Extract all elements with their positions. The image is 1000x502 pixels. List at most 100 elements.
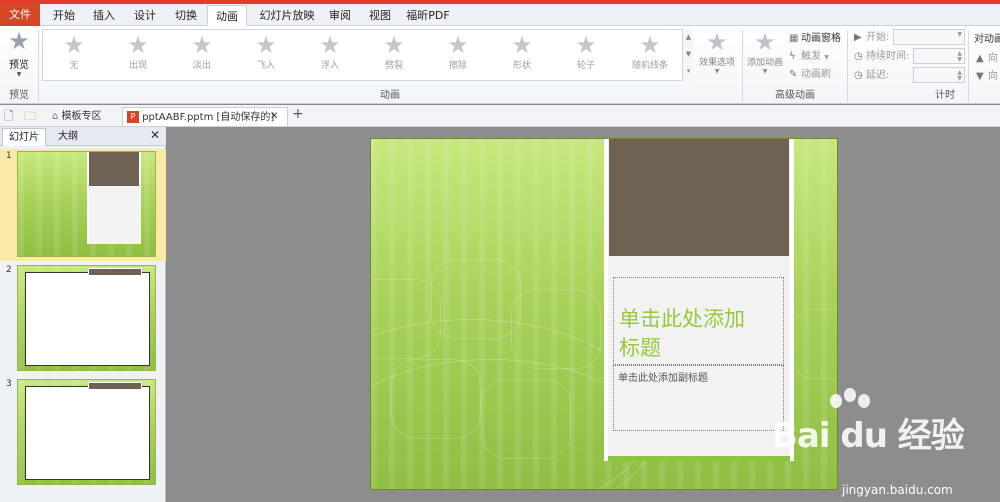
new-file-icon[interactable]: 🗋	[4, 107, 14, 126]
effect-options-button[interactable]: ★ 效果选项 ▼	[696, 29, 738, 75]
group-label-animation: 动画	[380, 90, 400, 101]
duration-spinner[interactable]: ▲ ▼	[913, 48, 965, 64]
watermark-logo: Bai du 经验	[772, 416, 965, 456]
accent-bar	[608, 456, 790, 461]
close-tab-icon[interactable]: ✕	[270, 107, 278, 126]
star-icon: ★	[706, 28, 728, 56]
tab-foxit-pdf[interactable]: 福昕PDF	[402, 5, 454, 26]
spinner-arrows-icon: ▲ ▼	[957, 50, 962, 63]
clock-icon: ◷	[854, 70, 863, 81]
group-label-advanced: 高级动画	[775, 90, 815, 101]
add-tab-icon[interactable]: +	[292, 105, 304, 124]
paw-icon	[830, 394, 842, 408]
star-icon: ★	[127, 31, 149, 59]
slides-pane: 幻灯片 大纲 ✕ 1 2 3	[0, 127, 166, 502]
thumbnail-tab	[88, 382, 142, 390]
subtitle-placeholder-text: 单击此处添加副标题	[618, 373, 708, 384]
star-icon: ★	[63, 31, 85, 59]
tab-insert[interactable]: 插入	[86, 5, 122, 26]
animation-gallery: ★ 无 ★ 出现 ★ 淡出 ★ 飞入 ★ 浮入 ★ 劈裂 ★ 擦除 ★ 形状 ★ 轮子 ★ 随机线条	[42, 29, 694, 81]
tab-design[interactable]: 设计	[127, 5, 163, 26]
slide-number: 1	[6, 151, 12, 161]
tab-animations[interactable]: 动画	[207, 5, 247, 26]
move-earlier-button[interactable]: ▲ 向	[976, 50, 998, 67]
content-panel: 单击此处添加 标题 单击此处添加副标题	[604, 139, 794, 461]
delay-label: ◷ 延迟:	[854, 67, 889, 84]
animation-pane-button[interactable]: ▦ 动画窗格	[789, 30, 841, 47]
animation-appear[interactable]: ★ 出现	[109, 32, 167, 80]
animation-random-bars[interactable]: ★ 随机线条	[621, 32, 679, 80]
thumbnail-preview	[17, 151, 156, 257]
animation-shape[interactable]: ★ 形状	[493, 32, 551, 80]
tab-view[interactable]: 视图	[362, 5, 398, 26]
star-icon: ★	[639, 31, 661, 59]
tab-home[interactable]: 开始	[46, 5, 82, 26]
picture-placeholder[interactable]	[609, 139, 789, 256]
star-icon: ★	[383, 31, 405, 59]
template-zone-tab[interactable]: ⌂ 模板专区	[52, 107, 102, 126]
spinner-arrows-icon: ▲ ▼	[957, 69, 962, 82]
tab-transitions[interactable]: 切换	[168, 5, 204, 26]
tab-slides[interactable]: 幻灯片	[2, 128, 46, 146]
thumbnail-preview	[17, 379, 156, 485]
folder-icon[interactable]: 🗀	[24, 107, 36, 126]
star-icon: ★	[255, 31, 277, 59]
thumbnail-tab	[88, 268, 142, 276]
powerpoint-file-icon: P	[127, 111, 139, 123]
chevron-down-icon: ▼	[714, 68, 720, 75]
subtitle-placeholder[interactable]: 单击此处添加副标题	[613, 365, 784, 431]
animation-wheel[interactable]: ★ 轮子	[557, 32, 615, 80]
document-tab[interactable]: P pptAABF.pptm [自动保存的]	[122, 107, 288, 126]
add-animation-button[interactable]: ★ 添加动画 ▼	[744, 29, 786, 75]
divider	[847, 30, 848, 102]
start-select[interactable]: ▼	[893, 29, 965, 45]
star-icon: ★	[575, 31, 597, 59]
animation-fade[interactable]: ★ 淡出	[173, 32, 231, 80]
ribbon: ★ 预览 ▼ 预览 ★ 无 ★ 出现 ★ 淡出 ★ 飞入 ★ 浮入 ★ 劈裂 ★ 擦除 ★ 形状…	[0, 26, 1000, 104]
move-later-button[interactable]: ▼ 向	[976, 68, 998, 85]
animation-wipe[interactable]: ★ 擦除	[429, 32, 487, 80]
slide-thumbnail-2[interactable]: 2	[0, 263, 166, 375]
play-icon: ▶	[854, 32, 862, 43]
arrow-down-icon: ▼	[976, 71, 984, 82]
group-label-preview: 预览	[9, 90, 29, 101]
paw-icon	[844, 388, 856, 402]
preview-button[interactable]: ★ 预览 ▼	[2, 28, 36, 88]
group-label-timing: 计时	[935, 90, 955, 101]
slide-thumbnail-1[interactable]: 1	[0, 149, 166, 261]
title-placeholder[interactable]: 单击此处添加 标题	[613, 277, 784, 365]
animation-none[interactable]: ★ 无	[45, 32, 103, 80]
star-icon: ★	[447, 31, 469, 59]
reorder-title: 对动画	[974, 34, 1000, 45]
tab-slideshow[interactable]: 幻灯片放映	[254, 5, 320, 26]
animation-painter-button[interactable]: ✎ 动画刷	[789, 66, 831, 83]
watermark: Bai du 经验	[772, 388, 982, 456]
close-icon[interactable]: ✕	[150, 128, 160, 142]
animation-split[interactable]: ★ 劈裂	[365, 32, 423, 80]
chevron-up-icon: ▲	[685, 33, 692, 41]
current-slide[interactable]: 单击此处添加 标题 单击此处添加副标题	[370, 138, 838, 490]
tab-review[interactable]: 审阅	[322, 5, 358, 26]
gallery-scrollbar[interactable]: ▲ ▼ ▾	[682, 29, 694, 81]
animation-fly-in[interactable]: ★ 飞入	[237, 32, 295, 80]
slide-thumbnail-3[interactable]: 3	[0, 377, 166, 489]
thumbnail-content	[25, 386, 150, 480]
tab-outline[interactable]: 大纲	[48, 128, 88, 146]
slide-number: 2	[6, 265, 12, 275]
title-placeholder-text-2: 标题	[619, 336, 661, 360]
delay-spinner[interactable]: ▲ ▼	[913, 67, 965, 83]
arrow-up-icon: ▲	[976, 53, 984, 64]
home-icon: ⌂	[52, 111, 59, 122]
thumbnail-photo	[89, 152, 139, 186]
animation-float-in[interactable]: ★ 浮入	[301, 32, 359, 80]
chevron-down-icon: ▼	[762, 68, 768, 75]
pane-tabs: 幻灯片 大纲 ✕	[0, 127, 166, 146]
thumbnail-content	[25, 272, 150, 366]
decor-hexagon	[791, 309, 837, 379]
document-tab-bar: 🗋 🗀 ⌂ 模板专区 P pptAABF.pptm [自动保存的] ✕ +	[0, 105, 1000, 127]
preview-star-icon: ★	[8, 27, 30, 55]
tab-file[interactable]: 文件	[0, 4, 40, 26]
trigger-button[interactable]: ϟ 触发 ▼	[789, 48, 829, 65]
duration-label: ◷ 持续时间:	[854, 48, 909, 65]
star-icon: ★	[511, 31, 533, 59]
